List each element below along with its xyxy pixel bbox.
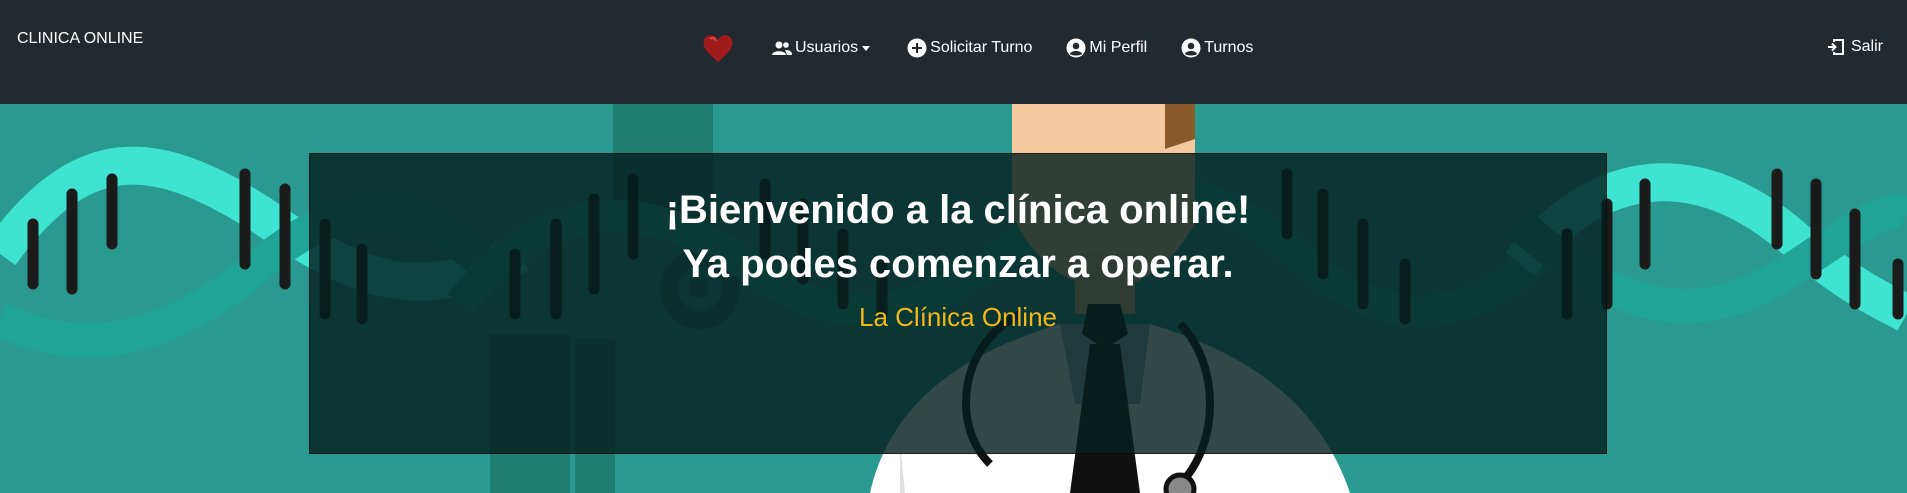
welcome-subtitle-line: Ya podes comenzar a operar. (682, 242, 1234, 286)
welcome-title: ¡Bienvenido a la clínica online! (665, 188, 1251, 232)
plus-circle-icon (907, 38, 927, 58)
brand-link[interactable]: CLINICA ONLINE (17, 30, 143, 48)
nav-item-mi-perfil[interactable]: Mi Perfil (1066, 38, 1147, 58)
nav-item-usuarios[interactable]: Usuarios (772, 39, 873, 57)
logout-label: Salir (1850, 38, 1883, 55)
heart-icon[interactable] (700, 30, 736, 66)
nav-item-label: Usuarios (795, 39, 859, 56)
welcome-panel: ¡Bienvenido a la clínica online! Ya pode… (309, 153, 1607, 454)
caret-down-icon (862, 45, 871, 51)
logout-button[interactable]: Salir (1827, 37, 1883, 57)
nav-menu: Usuarios Solicitar Turno Mi Perfil Turno… (700, 30, 1287, 66)
nav-item-turnos[interactable]: Turnos (1181, 38, 1253, 58)
nav-item-label: Turnos (1204, 39, 1254, 56)
navbar: CLINICA ONLINE Usuarios Solicitar Turno … (0, 0, 1907, 104)
clinic-name: La Clínica Online (859, 302, 1057, 332)
logout-icon (1827, 39, 1844, 55)
nav-item-label: Mi Perfil (1089, 39, 1148, 56)
nav-item-solicitar-turno[interactable]: Solicitar Turno (907, 38, 1032, 58)
user-circle-icon (1181, 38, 1201, 58)
user-circle-icon (1066, 38, 1086, 58)
nav-item-label: Solicitar Turno (930, 39, 1033, 56)
users-icon (772, 41, 792, 55)
